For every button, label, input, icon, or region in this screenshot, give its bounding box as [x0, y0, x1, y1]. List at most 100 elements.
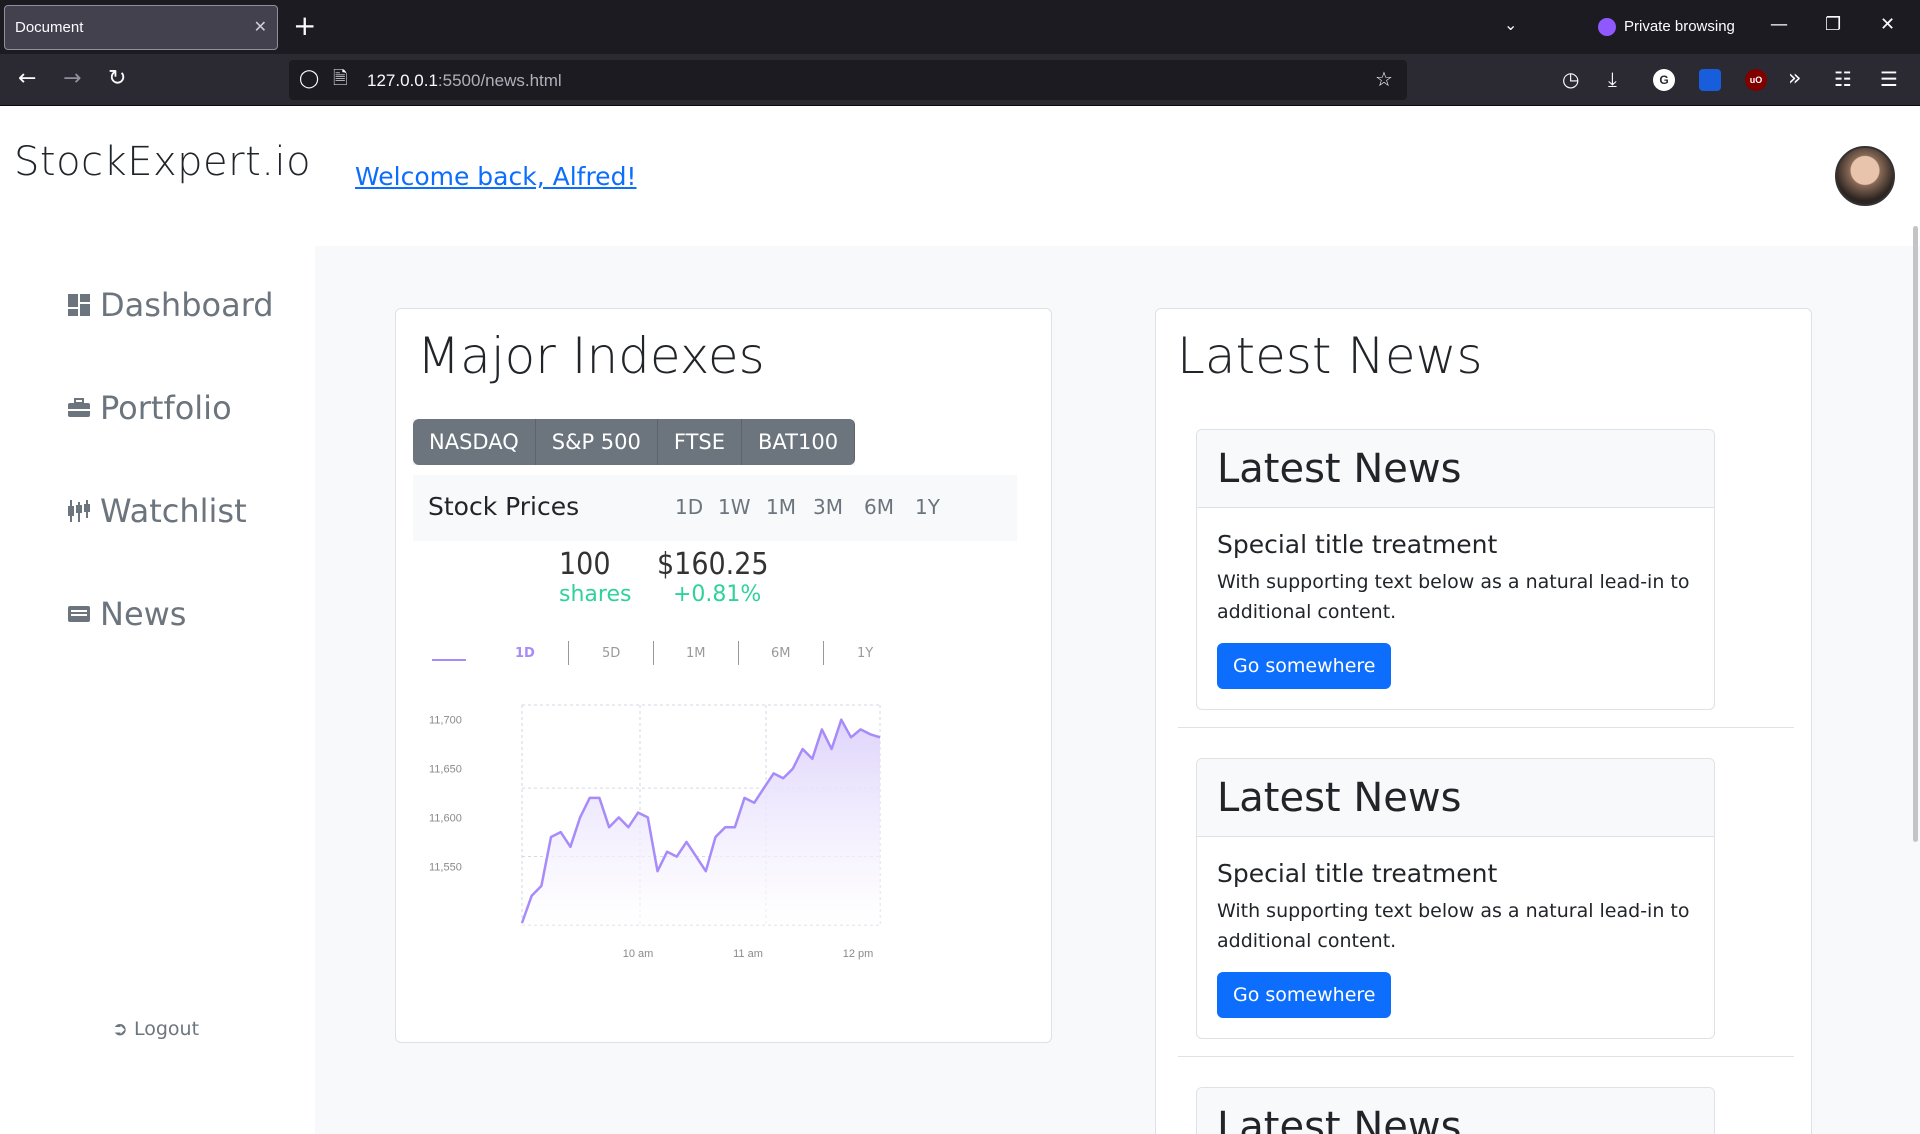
tab-title: Document	[15, 19, 84, 36]
shares-value: 100	[559, 547, 611, 582]
reload-icon[interactable]: ↻	[108, 67, 126, 91]
chart-tab-1y[interactable]: 1Y	[857, 646, 873, 661]
chart-y-tick-label: 11,600	[429, 812, 462, 824]
candlestick-icon	[68, 500, 90, 522]
window-close-icon[interactable]: ✕	[1880, 14, 1895, 35]
price-value: $160.25	[657, 547, 769, 582]
news-divider	[1178, 1056, 1794, 1057]
grammarly-icon[interactable]: G	[1653, 69, 1675, 91]
news-item: Latest News	[1196, 1087, 1715, 1134]
page-scrollbar[interactable]	[1913, 226, 1918, 842]
major-indexes-title: Major Indexes	[417, 327, 765, 385]
news-item-text: With supporting text below as a natural …	[1217, 571, 1690, 623]
price-change: +0.81%	[673, 582, 762, 607]
minimize-icon[interactable]: —	[1770, 14, 1788, 35]
stock-prices-title: Stock Prices	[428, 492, 580, 521]
sidebar-item-watchlist[interactable]: Watchlist	[68, 492, 247, 530]
news-item-body: Special title treatment With supporting …	[1197, 508, 1714, 709]
page: StockExpert.io Welcome back, Alfred! Das…	[0, 106, 1920, 1134]
logout-label: Logout	[133, 1018, 200, 1040]
sidebar-item-dashboard[interactable]: Dashboard	[68, 286, 274, 324]
range-1w[interactable]: 1W	[718, 495, 751, 519]
list-tabs-icon[interactable]: ⌄	[1504, 15, 1517, 34]
news-item-body: Special title treatment With supporting …	[1197, 837, 1714, 1038]
news-item-subtitle: Special title treatment	[1217, 530, 1498, 559]
restore-icon[interactable]: ❐	[1825, 14, 1841, 35]
ublock-icon[interactable]: uO	[1745, 69, 1767, 91]
chart-tab-divider	[823, 641, 824, 665]
private-browsing-label: Private browsing	[1624, 18, 1735, 35]
index-button-group: NASDAQ S&P 500 FTSE BAT100	[413, 419, 856, 465]
url-bar[interactable]: ◯ 🗎 127.0.0.1:5500/news.html ☆	[289, 60, 1407, 100]
chart-y-axis: 11,700 11,650 11,600 11,550	[429, 715, 462, 874]
more-extensions-icon[interactable]: »	[1788, 67, 1801, 91]
stock-prices-header: Stock Prices 1D 1W 1M 3M 6M 1Y	[413, 475, 1017, 541]
sidebar-item-label: Portfolio	[100, 389, 232, 427]
go-somewhere-button[interactable]: Go somewhere	[1217, 972, 1392, 1018]
range-1d[interactable]: 1D	[675, 495, 703, 519]
news-item-header: Latest News	[1197, 1088, 1714, 1134]
news-divider	[1178, 727, 1794, 728]
sidebar-item-label: Watchlist	[100, 492, 247, 530]
chart-y-tick-label: 11,550	[429, 861, 462, 873]
range-1m[interactable]: 1M	[766, 495, 796, 519]
close-tab-icon[interactable]: ✕	[254, 17, 267, 36]
browser-tab-bar: Document ✕ + ⌄ Private browsing — ❐ ✕	[0, 0, 1920, 54]
page-icon: 🗎	[333, 68, 348, 89]
sidebar-item-label: News	[100, 595, 187, 633]
latest-news-card: Latest News Latest News Special title tr…	[1155, 308, 1812, 1134]
welcome-link[interactable]: Welcome back, Alfred!	[355, 162, 636, 191]
index-button-sp500[interactable]: S&P 500	[535, 419, 658, 465]
shield-icon[interactable]: ◯	[299, 67, 319, 91]
back-icon[interactable]: ←	[18, 67, 36, 91]
history-icon[interactable]: ◷	[1562, 67, 1579, 91]
dashboard-icon	[68, 294, 90, 316]
chart-x-axis: 10 am 11 am 12 pm	[623, 948, 874, 960]
chart-legend-line	[432, 659, 466, 661]
chart-x-tick-label: 11 am	[733, 948, 763, 960]
shares-label: shares	[559, 582, 632, 607]
new-tab-button[interactable]: +	[293, 9, 316, 42]
logout-icon: ➲	[112, 1018, 128, 1040]
url-text[interactable]: 127.0.0.1:5500/news.html	[367, 71, 562, 91]
chart-area-fill	[522, 719, 880, 925]
chart-x-tick-label: 12 pm	[843, 948, 874, 960]
news-item-header: Latest News	[1197, 759, 1714, 837]
chart-y-tick-label: 11,650	[429, 764, 462, 776]
menu-icon[interactable]: ☰	[1880, 67, 1898, 91]
index-button-nasdaq[interactable]: NASDAQ	[413, 419, 536, 465]
browser-tab[interactable]: Document ✕	[4, 5, 278, 50]
news-item: Latest News Special title treatment With…	[1196, 758, 1715, 1039]
chart-tab-1d[interactable]: 1D	[515, 646, 535, 661]
major-indexes-card: Major Indexes NASDAQ S&P 500 FTSE BAT100…	[395, 308, 1052, 1043]
brand-logo: StockExpert.io	[14, 139, 312, 185]
news-item-subtitle: Special title treatment	[1217, 859, 1498, 888]
main-content: Major Indexes NASDAQ S&P 500 FTSE BAT100…	[315, 246, 1920, 1134]
chart-tab-6m[interactable]: 6M	[771, 646, 791, 661]
range-3m[interactable]: 3M	[813, 495, 843, 519]
chart-x-tick-label: 10 am	[623, 948, 654, 960]
index-button-ftse[interactable]: FTSE	[657, 419, 743, 465]
news-item-header: Latest News	[1197, 430, 1714, 508]
sidebar-item-news[interactable]: News	[68, 595, 186, 633]
news-item: Latest News Special title treatment With…	[1196, 429, 1715, 710]
chart-tab-1m[interactable]: 1M	[686, 646, 706, 661]
range-6m[interactable]: 6M	[864, 495, 894, 519]
download-icon[interactable]: ⤓	[1608, 67, 1617, 91]
latest-news-title: Latest News	[1177, 327, 1483, 385]
sidebar-item-portfolio[interactable]: Portfolio	[68, 389, 232, 427]
chart-tab-divider	[653, 641, 654, 665]
chart-tab-5d[interactable]: 5D	[602, 646, 620, 661]
go-somewhere-button[interactable]: Go somewhere	[1217, 643, 1392, 689]
logout-button[interactable]: ➲ Logout	[112, 1018, 199, 1040]
bitwarden-icon[interactable]	[1699, 69, 1721, 91]
briefcase-icon	[68, 398, 90, 417]
forward-icon[interactable]: →	[63, 67, 81, 91]
newspaper-icon	[68, 606, 90, 622]
avatar[interactable]	[1835, 146, 1895, 206]
sidebar-item-label: Dashboard	[100, 286, 274, 324]
bookmark-star-icon[interactable]: ☆	[1375, 67, 1393, 91]
index-button-bat100[interactable]: BAT100	[742, 419, 856, 465]
range-1y[interactable]: 1Y	[915, 495, 940, 519]
extensions-icon[interactable]: ☷	[1834, 67, 1852, 91]
